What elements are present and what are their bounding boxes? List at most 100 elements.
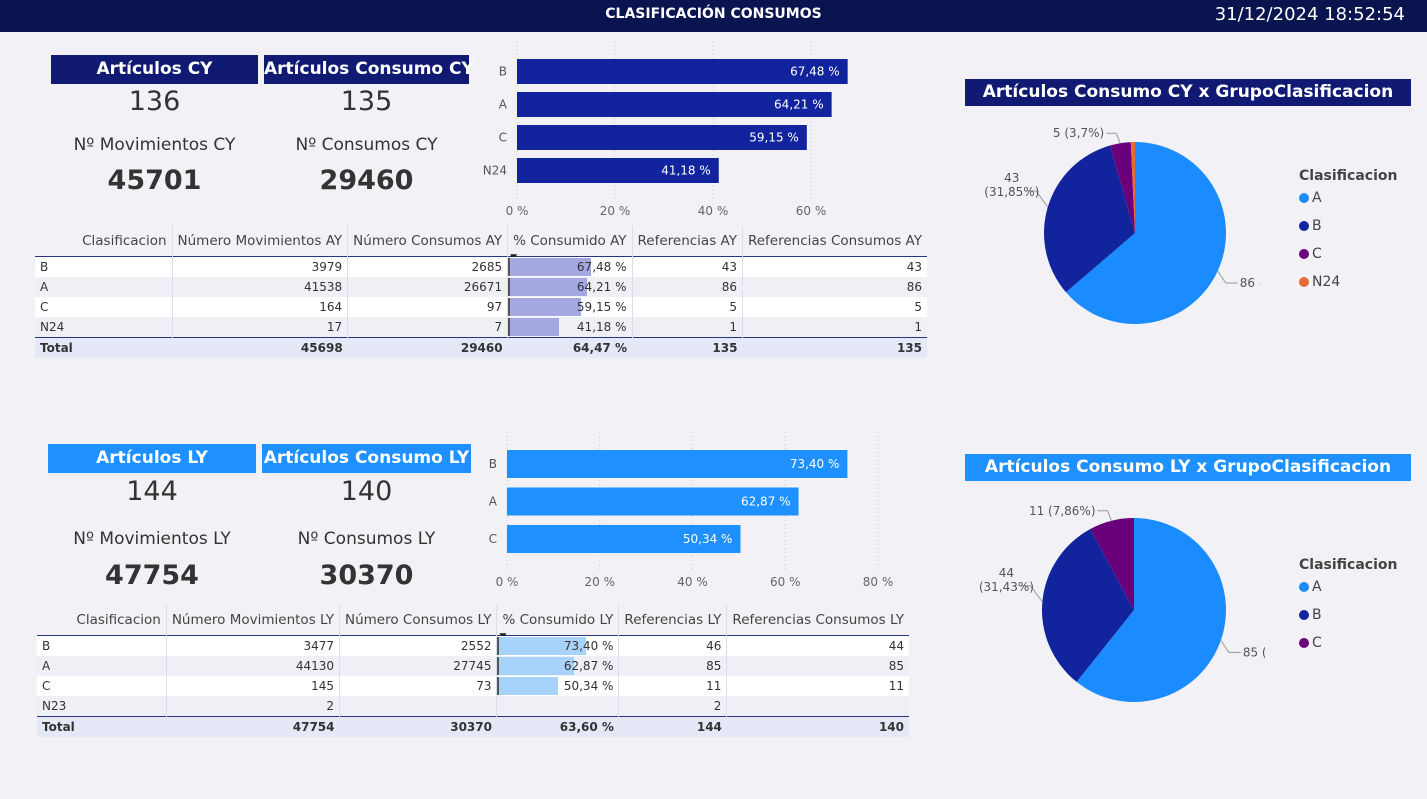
table-cell: 145 [166,676,341,696]
kpi-consumos-ly-label: Nº Consumos LY [297,529,436,549]
category-label: C [499,131,507,145]
table-cell [496,696,620,717]
column-header[interactable]: Número Movimientos LY [166,605,341,636]
table-cell: N23 [37,696,167,717]
table-row[interactable]: A 44130 27745 62,87 % 85 85 [37,656,909,676]
column-header[interactable]: Número Movimientos AY [172,226,349,257]
pie-label-b-count: 44 [999,566,1014,580]
table-row[interactable]: C 164 97 59,15 % 5 5 [35,297,927,317]
legend-title: Clasificacion [1299,557,1398,573]
kpi-consumos-cy-value: 29460 [319,165,414,196]
legend-label: B [1312,607,1322,623]
data-bar-axis [508,298,511,316]
table-cell: 2552 [339,635,498,656]
category-label: C [489,532,497,546]
category-label: A [489,495,498,509]
x-tick-label: 60 % [770,575,801,589]
legend-item[interactable]: N24 [1299,268,1397,296]
legend-marker-icon [1299,221,1309,231]
table-cell: C [37,676,167,696]
table-row[interactable]: A 41538 26671 64,21 % 86 86 [35,277,927,297]
table-row[interactable]: B 3979 2685 67,48 % 43 43 [35,256,927,277]
legend-item[interactable]: A [1299,573,1397,601]
leader-line [1106,132,1121,144]
total-cell: 140 [726,716,909,737]
bar-data-label: 67,48 % [790,65,840,79]
table-total-row: Total 47754 30370 63,60 % 144 140 [37,716,909,737]
table-row[interactable]: B 3477 2552 73,40 % 46 44 [37,635,909,656]
total-cell: 29460 [347,337,508,358]
total-cell: 45698 [172,337,348,358]
kpi-movimientos-cy-value: 45701 [107,165,202,196]
table-header-row: Clasificacion Número Movimientos AY Núme… [35,226,927,263]
kpi-consumos-ly-value: 30370 [319,560,414,591]
column-header[interactable]: Referencias AY [632,226,743,257]
cell-value: 41,18 % [576,320,627,334]
legend-item[interactable]: B [1299,601,1397,629]
column-header[interactable]: Clasificacion [37,605,167,636]
leader-line [1217,270,1238,284]
cell-value: 50,34 % [563,679,614,693]
total-cell: 135 [742,337,927,358]
table-cell: 85 [726,656,909,676]
legend-marker-icon [1299,193,1309,203]
kpi-movimientos-ly-value: 47754 [105,560,199,591]
column-header-sorted[interactable]: % Consumido AY▼ [507,226,633,263]
pie-chart-ly: 85 (60,71%) 44(31,43%) 11 (7,86%) [980,504,1265,702]
data-bar [497,677,559,695]
total-cell: 135 [632,337,743,358]
column-header[interactable]: Número Consumos AY [347,226,509,257]
legend-marker-icon [1299,277,1309,287]
table-cell [726,696,909,717]
kpi-articulos-consumo-ly-header: Artículos Consumo LY [262,444,471,473]
table-cell: 3477 [166,635,341,656]
table-cell: 27745 [339,656,498,676]
table-cell: 73 [339,676,498,696]
table-row[interactable]: C 145 73 50,34 % 11 11 [37,676,909,696]
table-cell: 44 [726,635,909,656]
category-label: B [489,457,497,471]
legend-title: Clasificacion [1299,168,1398,184]
pie-title-ly: Artículos Consumo LY x GrupoClasificacio… [965,454,1411,481]
column-header-label: % Consumido LY [502,612,614,628]
total-cell: 47754 [166,716,340,737]
table-cell [339,696,498,717]
data-bar-axis [497,657,500,675]
legend-marker-icon [1299,638,1309,648]
table-row[interactable]: N23 2 2 [37,696,909,717]
pie-label-c: 5 (3,7%) [1053,126,1104,140]
matrix-table-ly: Clasificacion Número Movimientos LY Núme… [37,605,909,737]
column-header[interactable]: Clasificacion [35,226,173,257]
table-cell: 17 [172,317,349,338]
table-cell: C [35,297,173,317]
data-bar [497,657,574,675]
report-timestamp: 31/12/2024 18:52:54 [1214,4,1405,25]
cell-value: 62,87 % [563,659,614,673]
pie-label-c: 11 (7,86%) [1029,504,1096,518]
table-cell: 43 [742,256,927,277]
table-cell: 97 [347,297,509,317]
table-cell: 164 [172,297,349,317]
column-header[interactable]: Referencias Consumos AY [742,226,927,257]
legend-item[interactable]: A [1299,184,1397,212]
table-row[interactable]: N24 17 7 41,18 % 1 1 [35,317,927,338]
column-header-sorted[interactable]: % Consumido LY▼ [496,605,620,642]
cell-value: 67,48 % [576,260,627,274]
total-cell: Total [35,337,173,358]
legend-cy: Clasificacion A B C N24 [1299,168,1397,296]
kpi-articulos-ly-header: Artículos LY [48,444,256,473]
legend-item[interactable]: C [1299,629,1397,657]
total-cell: 144 [618,716,727,737]
report-title: CLASIFICACIÓN CONSUMOS [605,6,822,22]
total-cell: 63,60 % [496,716,619,737]
x-tick-label: 0 % [506,204,529,218]
column-header[interactable]: Referencias LY [618,605,728,636]
top-bar: CLASIFICACIÓN CONSUMOS 31/12/2024 18:52:… [0,0,1427,32]
legend-item[interactable]: B [1299,212,1397,240]
category-label: B [499,65,507,79]
column-header[interactable]: Número Consumos LY [339,605,498,636]
column-header[interactable]: Referencias Consumos LY [727,605,909,636]
table-cell: 1 [632,317,743,338]
legend-item[interactable]: C [1299,240,1397,268]
total-cell: Total [37,716,167,737]
